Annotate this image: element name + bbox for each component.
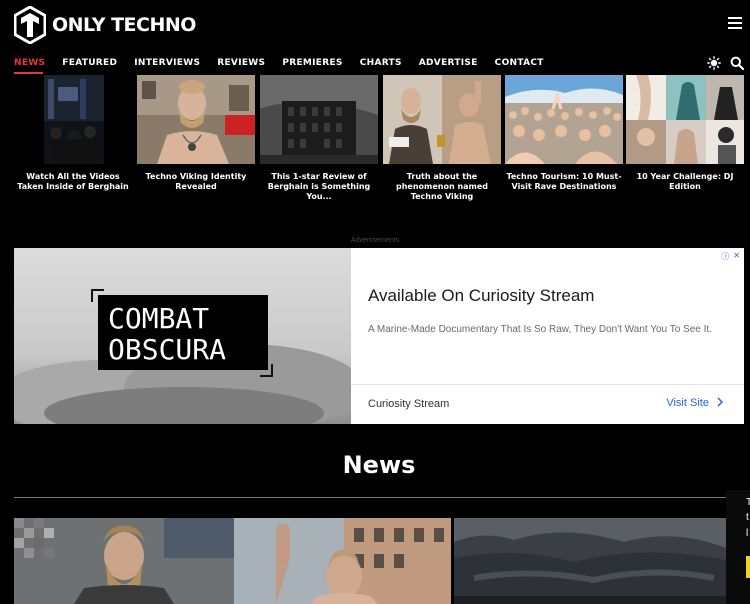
carousel-card[interactable]: Techno Viking Identity Revealed	[137, 75, 255, 192]
card-thumbnail	[14, 75, 132, 164]
ad-source: Curiosity Stream	[368, 398, 450, 410]
nav-item-contact[interactable]: CONTACT	[495, 56, 544, 70]
card-thumbnail	[626, 75, 744, 164]
card-title: Watch All the Videos Taken Inside of Ber…	[17, 172, 129, 191]
section-divider	[14, 497, 726, 498]
search-icon[interactable]	[730, 56, 744, 70]
card-title: Techno Tourism: 10 Must-Visit Rave Desti…	[506, 172, 622, 191]
ad-description: A Marine-Made Documentary That Is So Raw…	[368, 324, 712, 335]
ad-choices[interactable]: ⓘ ✕	[721, 251, 740, 262]
card-thumbnail	[137, 75, 255, 164]
carousel-card[interactable]: 10 Year Challenge: DJ Edition	[626, 75, 744, 192]
card-thumbnail	[383, 75, 501, 164]
news-heading: News	[342, 451, 416, 479]
card-title: Truth about the phenomenon named Techno …	[395, 172, 489, 201]
logo-text: ONLY TECHNO	[52, 14, 196, 36]
carousel-card[interactable]: This 1-star Review of Berghain is Someth…	[260, 75, 378, 202]
side-widget-text: t	[746, 512, 749, 523]
side-widget-button[interactable]	[746, 556, 750, 578]
ad-image-title-line1: COMBAT	[108, 302, 209, 335]
news-card-image[interactable]	[454, 518, 726, 604]
nav-item-advertise[interactable]: ADVERTISE	[419, 56, 478, 70]
close-icon[interactable]: ✕	[733, 251, 740, 262]
visit-site-button[interactable]: Visit Site	[666, 397, 724, 409]
main-nav: NEWS FEATURED INTERVIEWS REVIEWS PREMIER…	[14, 56, 544, 70]
card-title: This 1-star Review of Berghain is Someth…	[267, 172, 371, 201]
site-logo[interactable]: ONLY TECHNO	[14, 6, 196, 44]
related-carousel: Watch All the Videos Taken Inside of Ber…	[14, 75, 750, 205]
nav-item-reviews[interactable]: REVIEWS	[217, 56, 265, 70]
carousel-card[interactable]: Watch All the Videos Taken Inside of Ber…	[14, 75, 132, 192]
ad-headline[interactable]: Available On Curiosity Stream	[368, 286, 594, 306]
theme-toggle-sun-icon[interactable]	[707, 56, 721, 70]
nav-item-news[interactable]: NEWS	[14, 56, 45, 70]
nav-item-premieres[interactable]: PREMIERES	[282, 56, 342, 70]
chevron-right-icon	[717, 397, 724, 407]
menu-icon[interactable]	[728, 17, 742, 29]
nav-item-featured[interactable]: FEATURED	[62, 56, 117, 70]
nav-item-charts[interactable]: CHARTS	[360, 56, 402, 70]
nav-active-indicator	[14, 72, 43, 74]
news-card-image[interactable]	[14, 518, 451, 604]
card-title: Techno Viking Identity Revealed	[145, 172, 247, 191]
carousel-card[interactable]: Techno Tourism: 10 Must-Visit Rave Desti…	[505, 75, 623, 192]
ad-divider	[351, 384, 744, 385]
ad-content: ⓘ ✕ Available On Curiosity Stream A Mari…	[351, 248, 744, 424]
side-widget-text: T	[746, 497, 750, 508]
logo-mark-icon	[14, 6, 46, 44]
nav-item-interviews[interactable]: INTERVIEWS	[134, 56, 200, 70]
card-thumbnail	[260, 75, 378, 164]
visit-site-label: Visit Site	[666, 397, 709, 409]
ad-image-title-line2: OBSCURA	[108, 333, 226, 366]
ad-image: COMBAT OBSCURA	[14, 248, 351, 424]
adchoices-icon[interactable]: ⓘ	[721, 251, 729, 262]
card-thumbnail	[505, 75, 623, 164]
ad-label: Advertisements	[350, 237, 400, 244]
side-widget-text: l	[746, 528, 749, 539]
carousel-card[interactable]: Truth about the phenomenon named Techno …	[383, 75, 501, 202]
native-ad[interactable]: COMBAT OBSCURA ⓘ ✕ Available On Curiosit…	[14, 248, 744, 424]
card-title: 10 Year Challenge: DJ Edition	[636, 172, 734, 191]
